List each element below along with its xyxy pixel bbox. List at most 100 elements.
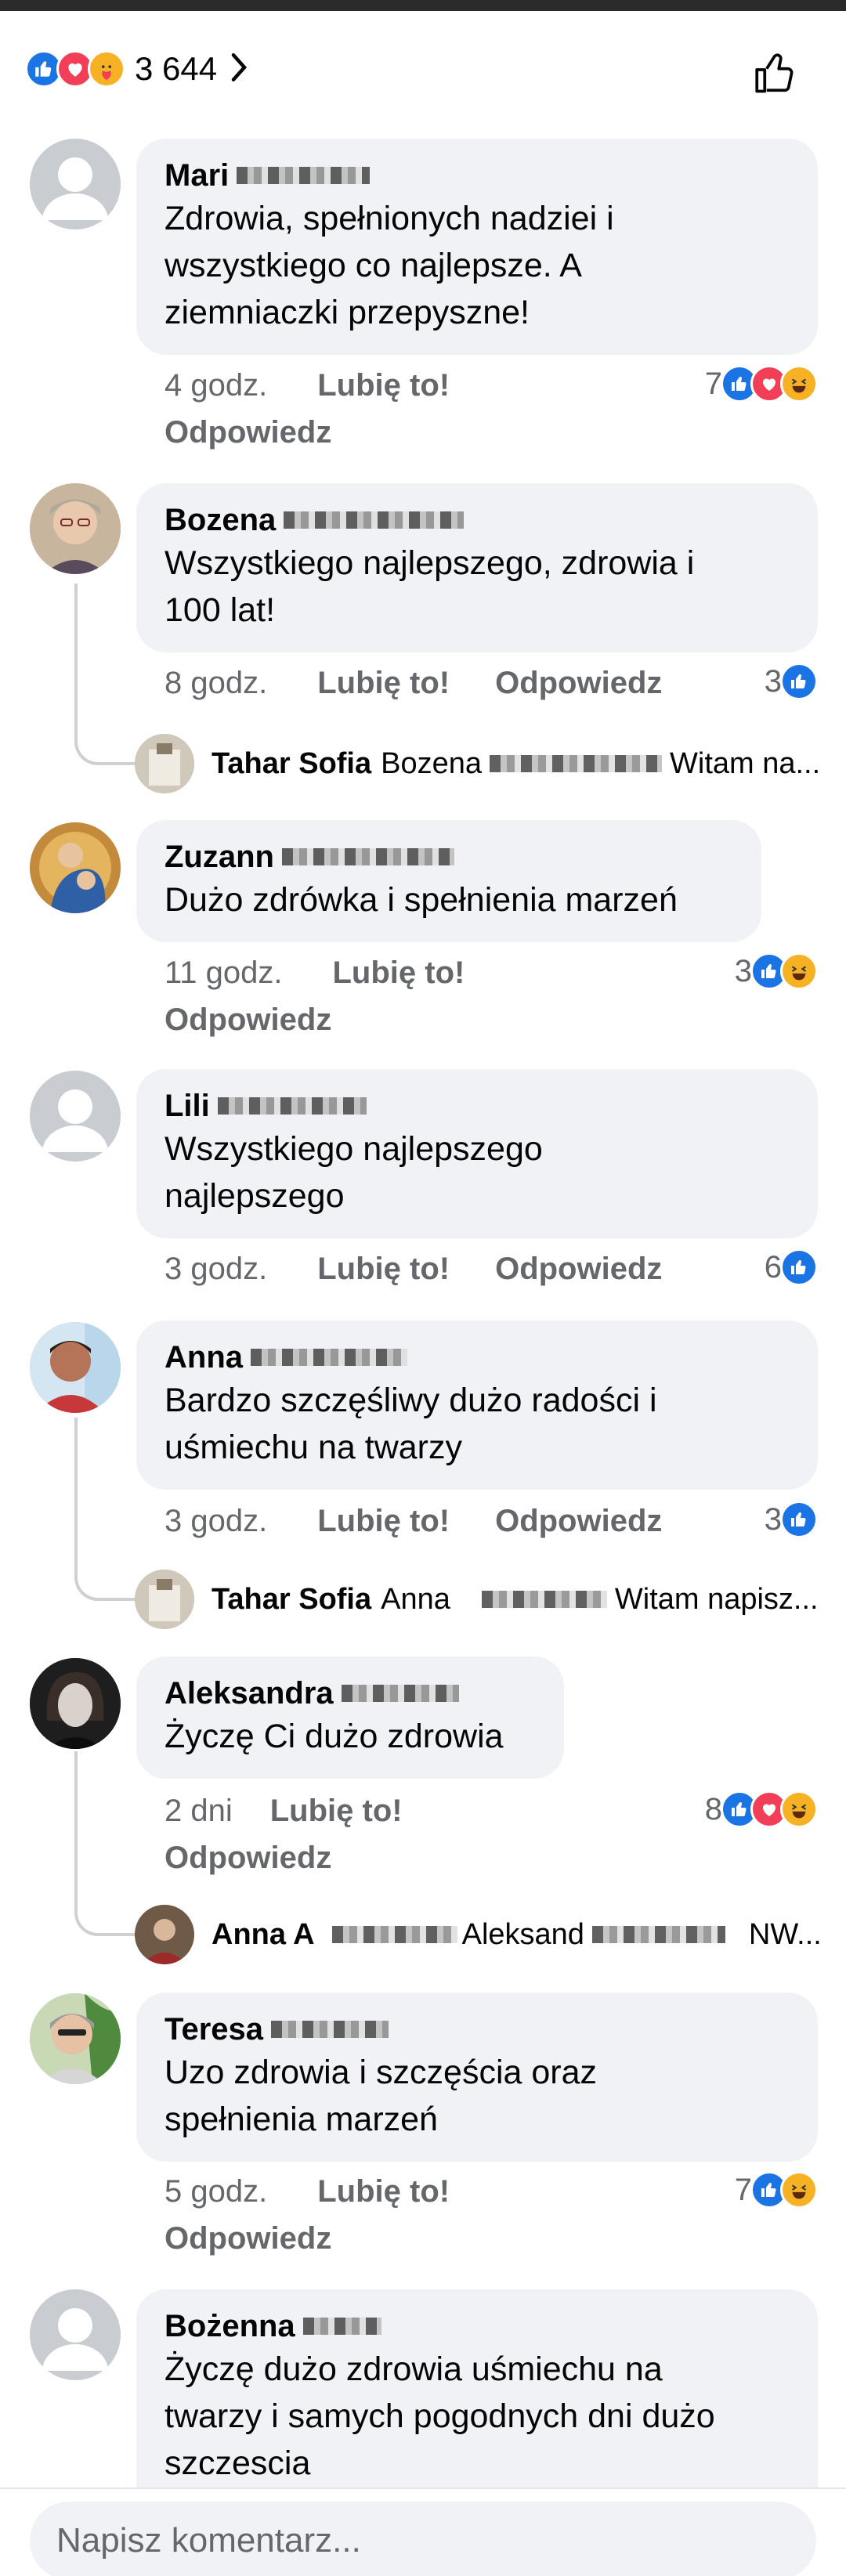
comment-line: Zdrowia, spełnionych nadziei i <box>164 200 614 237</box>
comment-bubble: Aleksandra Życzę Ci dużo zdrowia <box>136 1657 564 1779</box>
avatar[interactable] <box>30 1322 121 1413</box>
reply-snippet: Witam napisz... <box>614 1582 819 1616</box>
comment-line: uśmiechu na twarzy <box>164 1429 462 1466</box>
like-button[interactable]: Lubię to! <box>333 956 465 991</box>
haha-icon <box>780 952 818 990</box>
reaction-count: 3 <box>764 663 782 699</box>
comment-meta: 3 godz. Lubię to! Odpowiedz <box>164 1252 662 1287</box>
like-button[interactable]: Lubię to! <box>270 1794 403 1829</box>
like-button[interactable]: Lubię to! <box>317 1252 450 1287</box>
comment-text: Zdrowia, spełnionych nadziei i wszystkie… <box>164 195 790 336</box>
like-button[interactable]: Lubię to! <box>317 1504 450 1539</box>
comment-text: Wszystkiego najlepszego najlepszego <box>164 1125 790 1219</box>
comment-reactions[interactable]: 3 <box>765 663 818 700</box>
haha-icon <box>780 1790 818 1828</box>
comment-reactions[interactable]: 6 <box>765 1248 818 1286</box>
redacted-name <box>302 2318 381 2335</box>
comment-bubble: Mari Zdrowia, spełnionych nadziei i wszy… <box>136 139 818 355</box>
redacted-name <box>591 1926 725 1943</box>
reply-author: Tahar Sofia <box>212 1582 372 1616</box>
comment-input[interactable]: Napisz komentarz... <box>30 2502 816 2576</box>
avatar[interactable] <box>30 1658 121 1749</box>
comment-meta: 5 godz. Lubię to! <box>164 2174 495 2209</box>
comment-bubble: Lili Wszystkiego najlepszego najlepszego <box>136 1069 818 1238</box>
like-button[interactable]: Lubię to! <box>317 2174 450 2209</box>
comment-author[interactable]: Teresa <box>164 2010 263 2049</box>
care-icon <box>88 50 125 88</box>
reply-avatar <box>135 1905 194 1964</box>
comment-line: wszystkiego co najlepsze. A <box>164 247 582 284</box>
reactions-summary[interactable]: 3 644 <box>25 50 250 88</box>
reply-button[interactable]: Odpowiedz <box>164 2221 331 2256</box>
comment-text: Uzo zdrowia i szczęścia oraz spełnienia … <box>164 2049 790 2143</box>
reactions-header: 3 644 <box>0 11 846 122</box>
reply-author: Tahar Sofia <box>212 746 372 780</box>
comment-reactions[interactable]: 7 <box>705 365 818 403</box>
reply-button[interactable]: Odpowiedz <box>495 1252 662 1287</box>
comment-bubble: Teresa Uzo zdrowia i szczęścia oraz speł… <box>136 1993 818 2162</box>
reply-button[interactable]: Odpowiedz <box>164 1003 331 1038</box>
haha-icon <box>780 2171 818 2209</box>
comment-author[interactable]: Anna <box>164 1338 243 1377</box>
comment-reactions[interactable]: 3 <box>735 952 818 990</box>
comment-line: 100 lat! <box>164 591 276 629</box>
comment-meta: 3 godz. Lubię to! Odpowiedz <box>164 1504 662 1539</box>
comment-meta: 4 godz. Lubię to! <box>164 368 495 403</box>
thread-line <box>74 1751 137 1936</box>
comment-author[interactable]: Bozena <box>164 500 276 540</box>
comment-time: 5 godz. <box>164 2174 268 2209</box>
reply-snippet: Witam na... <box>670 746 821 780</box>
avatar[interactable] <box>30 822 121 913</box>
reply-mention: Bozena <box>381 746 483 780</box>
like-icon <box>780 1501 818 1538</box>
comment-author[interactable]: Bożenna <box>164 2307 295 2346</box>
comment-meta: 8 godz. Lubię to! Odpowiedz <box>164 666 662 701</box>
reply-preview[interactable]: Tahar Sofia Bozena Witam na... <box>135 734 820 793</box>
comment-line: Bardzo szczęśliwy dużo radości i <box>164 1382 657 1419</box>
comment-author[interactable]: Mari <box>164 156 229 195</box>
avatar[interactable] <box>30 139 121 229</box>
like-post-icon[interactable] <box>750 50 801 101</box>
comment-reactions[interactable]: 7 <box>735 2171 818 2209</box>
comment-line: najlepszego <box>164 1177 345 1215</box>
comment-author[interactable]: Zuzann <box>164 837 274 876</box>
reply-preview[interactable]: Tahar Sofia Anna Witam napisz... <box>135 1570 819 1629</box>
comment-author[interactable]: Aleksandra <box>164 1674 334 1713</box>
avatar[interactable] <box>30 2289 121 2380</box>
comment-bubble: Anna Bardzo szczęśliwy dużo radości i uś… <box>136 1321 818 1490</box>
reply-avatar <box>135 734 194 793</box>
like-button[interactable]: Lubię to! <box>317 368 450 403</box>
reply-button[interactable]: Odpowiedz <box>164 415 331 450</box>
reply-button[interactable]: Odpowiedz <box>495 1504 662 1539</box>
comment-line: Życzę Ci dużo zdrowia <box>164 1718 504 1755</box>
reaction-icons <box>25 50 125 88</box>
comment-reactions[interactable]: 8 <box>705 1790 818 1828</box>
comment-author[interactable]: Lili <box>164 1086 210 1125</box>
comment-time: 11 godz. <box>164 956 283 990</box>
redacted-name <box>490 755 663 772</box>
reply-button[interactable]: Odpowiedz <box>164 1841 331 1876</box>
reply-preview[interactable]: Anna A Aleksand NW... <box>135 1905 822 1964</box>
reaction-count: 3 644 <box>135 50 218 87</box>
thread-line <box>74 1418 137 1601</box>
comment-meta: 2 dni Lubię to! <box>164 1794 448 1829</box>
comment-text: Życzę dużo zdrowia uśmiechu na twarzy i … <box>164 2346 790 2487</box>
avatar[interactable] <box>30 1071 121 1162</box>
avatar[interactable] <box>30 483 121 574</box>
haha-icon <box>780 365 818 403</box>
reaction-count: 3 <box>734 953 752 988</box>
comment-text: Bardzo szczęśliwy dużo radości i uśmiech… <box>164 1377 790 1471</box>
avatar[interactable] <box>30 1993 121 2084</box>
comment-line: Uzo zdrowia i szczęścia oraz <box>164 2054 598 2091</box>
redacted-name <box>217 1097 367 1115</box>
like-button[interactable]: Lubię to! <box>317 666 450 701</box>
comment-reactions[interactable]: 3 <box>765 1501 818 1538</box>
comment-time: 8 godz. <box>164 666 268 700</box>
chevron-right-icon[interactable] <box>228 51 250 88</box>
reaction-count: 7 <box>734 2172 752 2207</box>
redacted-name <box>284 511 465 529</box>
like-icon <box>780 1248 818 1286</box>
reply-button[interactable]: Odpowiedz <box>495 666 662 701</box>
comment-time: 3 godz. <box>164 1252 268 1286</box>
redacted-name <box>331 1926 457 1943</box>
